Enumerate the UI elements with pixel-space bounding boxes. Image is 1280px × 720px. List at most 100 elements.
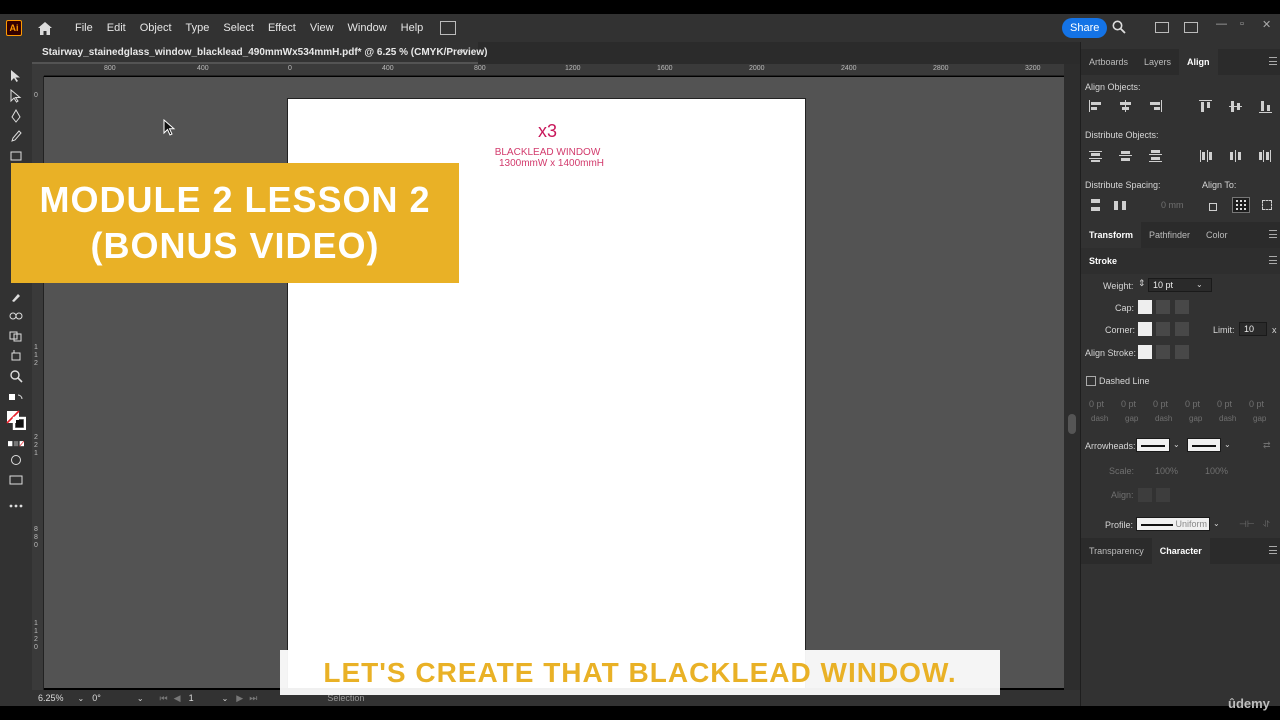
- panel-menu-icon[interactable]: [1269, 230, 1277, 238]
- scrollbar-thumb[interactable]: [1068, 414, 1076, 434]
- color-mode-icons[interactable]: [8, 436, 24, 452]
- align-top-icon[interactable]: [1199, 100, 1213, 112]
- horizontal-ruler[interactable]: 800 400 0 400 800 1200 1600 2000 2400 28…: [44, 64, 1068, 76]
- distribute-left-icon[interactable]: [1199, 150, 1213, 162]
- rectangle-tool-icon[interactable]: [8, 148, 24, 164]
- start-scale-value[interactable]: 100%: [1155, 466, 1178, 476]
- projecting-cap-button[interactable]: [1175, 300, 1189, 314]
- tab-pathfinder[interactable]: Pathfinder: [1141, 222, 1198, 248]
- screen-mode-icon[interactable]: [8, 472, 24, 488]
- round-cap-button[interactable]: [1156, 300, 1170, 314]
- menu-edit[interactable]: Edit: [100, 14, 133, 42]
- direct-selection-tool-icon[interactable]: [8, 88, 24, 104]
- prev-artboard-icon[interactable]: ◀: [174, 693, 181, 704]
- panel-menu-icon[interactable]: [1269, 546, 1277, 554]
- zoom-tool-icon[interactable]: [8, 368, 24, 384]
- dash-value[interactable]: 0 pt: [1089, 399, 1104, 409]
- align-stroke-center-button[interactable]: [1138, 345, 1152, 359]
- end-scale-value[interactable]: 100%: [1205, 466, 1228, 476]
- panel-layout-icon[interactable]: [1184, 22, 1198, 33]
- last-artboard-icon[interactable]: ⏭: [249, 693, 257, 704]
- align-vertical-center-icon[interactable]: [1229, 100, 1243, 112]
- distribute-bottom-icon[interactable]: [1149, 150, 1163, 162]
- tab-color[interactable]: Color: [1198, 222, 1236, 248]
- weight-dropdown-icon[interactable]: ⌄: [1196, 280, 1203, 289]
- menu-file[interactable]: File: [68, 14, 100, 42]
- tab-artboards[interactable]: Artboards: [1081, 49, 1136, 75]
- pen-tool-icon[interactable]: [8, 108, 24, 124]
- dash-value[interactable]: 0 pt: [1153, 399, 1168, 409]
- butt-cap-button[interactable]: [1138, 300, 1152, 314]
- tab-transparency[interactable]: Transparency: [1081, 538, 1152, 564]
- vertical-ruler[interactable]: 0 1 1 2 2 2 1 8 8 0 1 1 2 0: [32, 64, 44, 690]
- artboard-dropdown-icon[interactable]: ⌄: [222, 694, 229, 703]
- weight-stepper-icon[interactable]: ⇕: [1138, 278, 1146, 289]
- flip-across-icon[interactable]: ⥯: [1263, 519, 1270, 530]
- swap-colors-icon[interactable]: [8, 390, 24, 406]
- flip-along-icon[interactable]: ⊣⊢: [1239, 519, 1255, 530]
- profile-select[interactable]: Uniform: [1136, 517, 1210, 531]
- distribute-top-icon[interactable]: [1089, 150, 1103, 162]
- panel-menu-icon[interactable]: [1269, 256, 1277, 264]
- tab-stroke[interactable]: Stroke: [1081, 248, 1125, 274]
- bevel-join-button[interactable]: [1175, 322, 1189, 336]
- selection-tool-icon[interactable]: [8, 68, 24, 84]
- align-right-icon[interactable]: [1149, 100, 1163, 112]
- next-artboard-icon[interactable]: ▶: [236, 693, 243, 704]
- workspace-icon[interactable]: [1155, 22, 1169, 33]
- align-to-artboard-icon[interactable]: [1232, 197, 1250, 213]
- share-button[interactable]: Share: [1062, 18, 1108, 38]
- menu-select[interactable]: Select: [216, 14, 261, 42]
- align-stroke-inside-button[interactable]: [1156, 345, 1170, 359]
- artboard-tool-icon[interactable]: [8, 348, 24, 364]
- end-arrowhead-select[interactable]: [1187, 438, 1221, 452]
- swap-arrowheads-icon[interactable]: ⇄: [1263, 440, 1271, 451]
- limit-input[interactable]: 10: [1239, 322, 1267, 336]
- vertical-spacing-icon[interactable]: [1089, 199, 1103, 211]
- start-arrowhead-select[interactable]: [1136, 438, 1170, 452]
- tab-transform[interactable]: Transform: [1081, 222, 1142, 248]
- close-tab-icon[interactable]: ×: [460, 46, 466, 58]
- rotation-dropdown-icon[interactable]: ⌄: [137, 694, 144, 703]
- tab-align[interactable]: Align: [1179, 49, 1218, 75]
- dash-value[interactable]: 0 pt: [1217, 399, 1232, 409]
- artboard-count-text[interactable]: x3: [288, 121, 807, 142]
- home-icon[interactable]: [36, 19, 54, 37]
- gap-value[interactable]: 0 pt: [1121, 399, 1136, 409]
- zoom-dropdown-icon[interactable]: ⌄: [78, 694, 85, 703]
- fill-stroke-swatch[interactable]: [6, 410, 26, 430]
- blend-tool-icon[interactable]: [8, 308, 24, 324]
- start-arrowhead-dropdown-icon[interactable]: ⌄: [1173, 440, 1180, 449]
- distribute-vertical-center-icon[interactable]: [1119, 150, 1133, 162]
- shape-builder-tool-icon[interactable]: [8, 328, 24, 344]
- align-bottom-icon[interactable]: [1259, 100, 1273, 113]
- search-icon[interactable]: [1112, 20, 1126, 37]
- tab-character[interactable]: Character: [1151, 538, 1210, 564]
- dashed-line-checkbox[interactable]: [1086, 376, 1096, 386]
- spacing-value[interactable]: 0 mm: [1161, 200, 1184, 210]
- arrow-place-button[interactable]: [1156, 488, 1170, 502]
- menu-window[interactable]: Window: [341, 14, 394, 42]
- pencil-tool-icon[interactable]: [8, 128, 24, 144]
- vertical-scrollbar[interactable]: [1064, 64, 1080, 690]
- ruler-origin[interactable]: [32, 64, 44, 76]
- zoom-level[interactable]: 6.25%: [38, 693, 64, 703]
- artboard-title-text[interactable]: BLACKLEAD WINDOW: [288, 147, 807, 158]
- align-to-selection-icon[interactable]: [1207, 199, 1221, 211]
- round-join-button[interactable]: [1156, 322, 1170, 336]
- close-window-icon[interactable]: ✕: [1262, 18, 1271, 31]
- menu-help[interactable]: Help: [394, 14, 431, 42]
- more-tools-icon[interactable]: [8, 498, 24, 514]
- minimize-icon[interactable]: —: [1216, 18, 1227, 30]
- align-left-icon[interactable]: [1089, 100, 1103, 112]
- end-arrowhead-dropdown-icon[interactable]: ⌄: [1224, 440, 1231, 449]
- arrow-extend-button[interactable]: [1138, 488, 1152, 502]
- align-horizontal-center-icon[interactable]: [1119, 100, 1133, 112]
- horizontal-spacing-icon[interactable]: [1114, 199, 1128, 211]
- profile-dropdown-icon[interactable]: ⌄: [1213, 519, 1220, 528]
- panel-menu-icon[interactable]: [1269, 57, 1277, 65]
- document-tab[interactable]: Stairway_stainedglass_window_blacklead_4…: [32, 42, 487, 64]
- rotation-value[interactable]: 0°: [92, 693, 101, 703]
- align-stroke-outside-button[interactable]: [1175, 345, 1189, 359]
- artboard-number[interactable]: 1: [189, 693, 194, 703]
